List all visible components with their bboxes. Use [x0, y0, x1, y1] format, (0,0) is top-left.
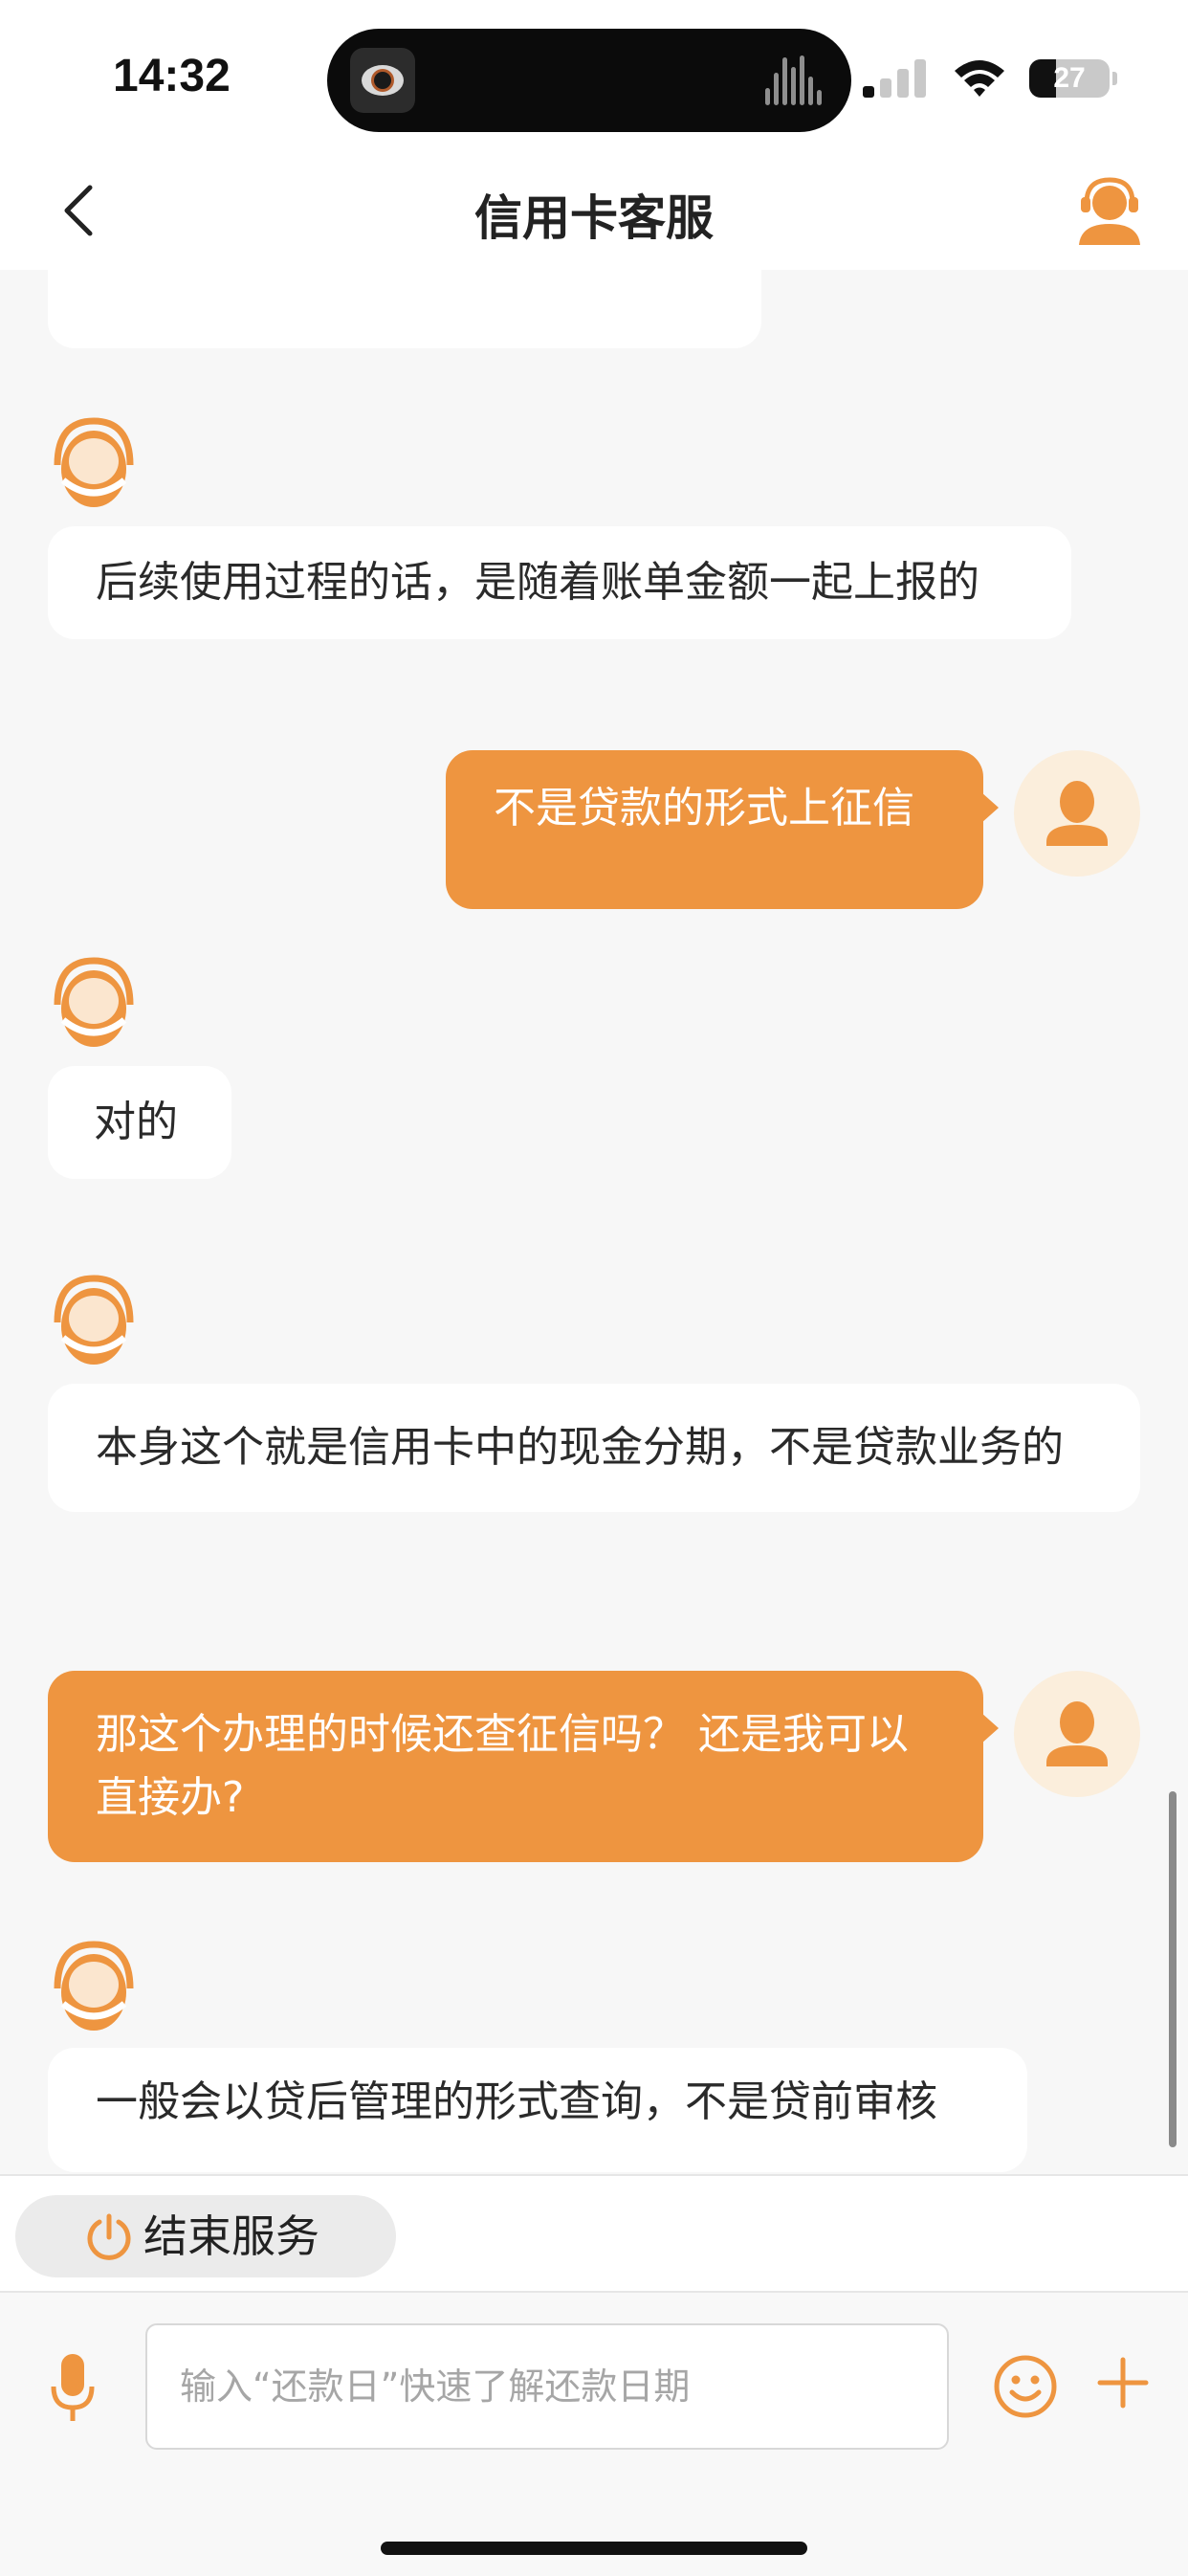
message-text: 那这个办理的时候还查征信吗？ 还是我可以直接办? — [96, 1710, 909, 1822]
agent-avatar-icon — [54, 1941, 134, 2031]
status-bar: 14:32 27 — [0, 0, 1188, 153]
user-avatar — [1014, 1671, 1140, 1797]
page-title: 信用卡客服 — [474, 190, 714, 246]
message-text: 后续使用过程的话，是随着账单金额一起上报的 — [96, 558, 979, 607]
chat-bubble-agent: 一般会以贷后管理的形式查询，不是贷前审核 — [48, 2048, 1027, 2172]
input-bar — [0, 2293, 1188, 2576]
dynamic-island — [327, 29, 851, 132]
user-avatar — [1014, 750, 1140, 877]
power-icon — [87, 2213, 131, 2260]
home-indicator[interactable] — [381, 2542, 807, 2555]
agent-avatar-icon — [54, 957, 134, 1047]
audio-wave-icon — [765, 56, 823, 105]
cellular-signal-icon — [863, 57, 930, 98]
chat-bubble-agent: 本身这个就是信用卡中的现金分期，不是贷款业务的 — [48, 1384, 1140, 1512]
message-text: 不是贷款的形式上征信 — [494, 784, 914, 833]
end-service-bar: 结束服务 — [0, 2174, 1188, 2293]
battery-level: 27 — [1053, 62, 1086, 94]
message-input[interactable] — [145, 2323, 949, 2450]
wifi-icon — [955, 60, 1004, 97]
chat-bubble-partial — [48, 270, 761, 348]
microphone-icon[interactable] — [48, 2352, 98, 2425]
plus-icon[interactable] — [1096, 2356, 1150, 2409]
chat-bubble-agent: 对的 — [48, 1066, 231, 1179]
chat-messages[interactable]: 后续使用过程的话，是随着账单金额一起上报的 不是贷款的形式上征信 对的 本身这个… — [0, 270, 1188, 2174]
user-avatar-icon — [1046, 781, 1108, 846]
message-text: 对的 — [94, 1098, 178, 1146]
chat-bubble-user: 那这个办理的时候还查征信吗？ 还是我可以直接办? — [48, 1671, 999, 1862]
customer-service-headset-icon[interactable] — [1071, 172, 1148, 249]
message-text: 一般会以贷后管理的形式查询，不是贷前审核 — [96, 2077, 937, 2126]
nav-bar: 信用卡客服 — [0, 153, 1188, 270]
chat-bubble-user: 不是贷款的形式上征信 — [446, 750, 999, 909]
agent-avatar-icon — [54, 417, 134, 507]
end-service-button[interactable]: 结束服务 — [15, 2195, 396, 2277]
end-service-label: 结束服务 — [143, 2210, 319, 2262]
user-avatar-icon — [1046, 1701, 1108, 1766]
emoji-icon[interactable] — [993, 2354, 1058, 2419]
chat-scrollbar[interactable] — [1169, 1791, 1177, 2147]
camera-thumbnail-icon — [350, 48, 415, 113]
message-text: 本身这个就是信用卡中的现金分期，不是贷款业务的 — [96, 1423, 1064, 1472]
status-time: 14:32 — [113, 51, 231, 101]
agent-avatar-icon — [54, 1275, 134, 1365]
chat-bubble-agent: 后续使用过程的话，是随着账单金额一起上报的 — [48, 526, 1071, 639]
battery-icon: 27 — [1029, 59, 1117, 98]
